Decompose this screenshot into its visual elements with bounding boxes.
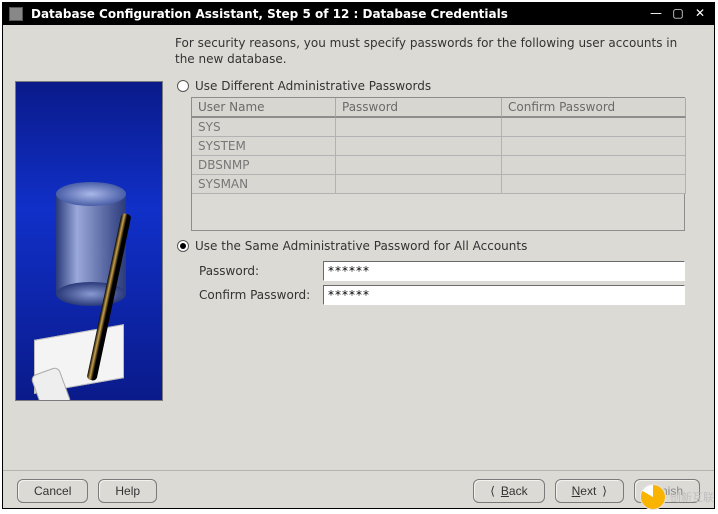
wizard-main: For security reasons, you must specify p… (167, 25, 714, 470)
col-password: Password (336, 98, 502, 118)
option-different-label: Use Different Administrative Passwords (195, 79, 431, 93)
cell-user: SYS (192, 118, 336, 137)
table-row: DBSNMP (192, 156, 684, 175)
table-row: SYS (192, 118, 684, 137)
table-header-row: User Name Password Confirm Password (192, 98, 684, 118)
chevron-left-icon: ⟨ (490, 484, 495, 498)
cell-confirm (502, 137, 686, 156)
cell-user: SYSMAN (192, 175, 336, 194)
cell-password (336, 137, 502, 156)
option-same-password[interactable]: Use the Same Administrative Password for… (177, 239, 700, 253)
password-label: Password: (199, 264, 317, 278)
cell-confirm (502, 175, 686, 194)
col-confirm: Confirm Password (502, 98, 686, 118)
app-window: Database Configuration Assistant, Step 5… (2, 2, 715, 509)
intro-text: For security reasons, you must specify p… (175, 35, 700, 67)
cell-password (336, 175, 502, 194)
chevron-right-icon: ⟩ (602, 484, 607, 498)
cell-confirm (502, 156, 686, 175)
password-input[interactable] (323, 261, 685, 281)
maximize-icon[interactable]: ▢ (670, 7, 686, 21)
cancel-button[interactable]: Cancel (17, 479, 88, 503)
watermark-icon (640, 484, 666, 510)
cell-user: DBSNMP (192, 156, 336, 175)
watermark-text: 创新互联 (670, 489, 714, 505)
cell-password (336, 118, 502, 137)
minimize-icon[interactable]: — (648, 7, 664, 21)
col-user: User Name (192, 98, 336, 118)
radio-selected-icon (177, 240, 189, 252)
table-row: SYSMAN (192, 175, 684, 194)
back-button[interactable]: ⟨ Back (473, 479, 544, 503)
app-icon (9, 7, 23, 21)
credentials-table: User Name Password Confirm Password SYS … (191, 97, 685, 231)
option-same-label: Use the Same Administrative Password for… (195, 239, 527, 253)
table-row: SYSTEM (192, 137, 684, 156)
cell-password (336, 156, 502, 175)
close-icon[interactable]: ✕ (692, 7, 708, 21)
next-button[interactable]: Next ⟩ (555, 479, 624, 503)
confirm-password-label: Confirm Password: (199, 288, 317, 302)
confirm-password-input[interactable] (323, 285, 685, 305)
help-button[interactable]: Help (98, 479, 157, 503)
titlebar: Database Configuration Assistant, Step 5… (3, 3, 714, 25)
cell-user: SYSTEM (192, 137, 336, 156)
cell-confirm (502, 118, 686, 137)
wizard-sidebar (3, 25, 167, 470)
option-different-passwords[interactable]: Use Different Administrative Passwords (177, 79, 700, 93)
wizard-image (15, 81, 163, 401)
wizard-footer: Cancel Help ⟨ Back Next ⟩ Finish (3, 470, 714, 510)
window-title: Database Configuration Assistant, Step 5… (31, 7, 508, 21)
radio-unselected-icon (177, 80, 189, 92)
watermark: 创新互联 (640, 484, 714, 510)
